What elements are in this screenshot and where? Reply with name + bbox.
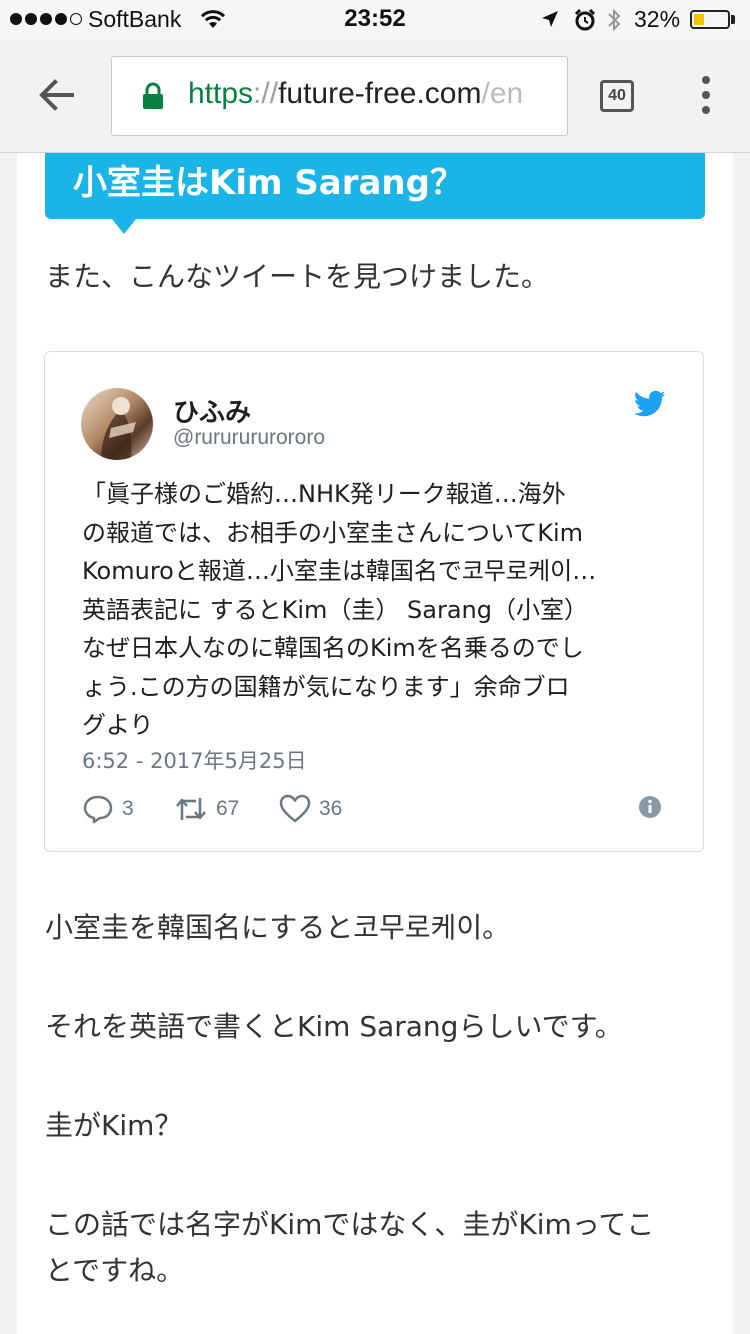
reply-button[interactable]: 3 <box>82 794 134 824</box>
url-scheme: https <box>188 77 254 110</box>
section-heading-text: 小室圭はKim Sarang？ <box>73 163 464 203</box>
reply-icon <box>83 795 113 824</box>
article-body: 小室圭はKim Sarang？ また、こんなツイートを見つけました。 ひふみ @… <box>17 153 733 1334</box>
section-heading-pointer <box>112 219 136 234</box>
tweet-text-line: グより <box>82 711 154 739</box>
battery-icon <box>690 10 730 29</box>
bluetooth-icon <box>608 8 621 32</box>
url-path: /en <box>481 77 524 110</box>
page-content[interactable]: 小室圭はKim Sarang？ また、こんなツイートを見つけました。 ひふみ @… <box>0 153 750 1334</box>
intro-paragraph: また、こんなツイートを見つけました。 <box>45 260 550 293</box>
tweet-author-name[interactable]: ひふみ <box>173 392 251 429</box>
body-paragraph-line: とですね。 <box>45 1254 185 1287</box>
tweet-timestamp[interactable]: 6:52 - 2017年5月25日 <box>82 745 307 775</box>
browser-toolbar: https://future-free.com/en 40 <box>0 40 750 153</box>
back-arrow-icon[interactable] <box>38 78 74 112</box>
tweet-text-line: Komuroと報道…小室圭は韓国名で코무로케이… <box>82 557 597 585</box>
like-button[interactable]: 36 <box>279 794 342 824</box>
tweet-author-handle[interactable]: @rururururororo <box>173 426 325 450</box>
like-count: 36 <box>319 797 343 820</box>
info-icon[interactable] <box>637 794 663 820</box>
tweet-text: 「眞子様のご婚約…NHK発リーク報道…海外 の報道では、お相手の小室圭さんについ… <box>82 475 672 745</box>
section-heading: 小室圭はKim Sarang？ <box>45 153 705 219</box>
location-arrow-icon <box>542 11 558 27</box>
url-text: https://future-free.com/en <box>188 77 523 111</box>
address-bar[interactable]: https://future-free.com/en <box>111 56 568 136</box>
body-paragraph: 圭がKim？ <box>45 1109 183 1142</box>
retweet-count: 67 <box>216 797 240 820</box>
body-paragraph: それを英語で書くとKim Sarangらしいです。 <box>45 1010 623 1043</box>
heart-icon <box>279 794 311 823</box>
status-bar: SoftBank 23:52 32% <box>0 0 750 40</box>
url-separator: :// <box>253 77 279 110</box>
tweet-actions: 3 67 36 <box>82 794 672 830</box>
tweet-text-line: 「眞子様のご婚約…NHK発リーク報道…海外 <box>82 480 566 508</box>
tweet-text-line: の報道では、お相手の小室圭さんについてKim <box>82 518 584 547</box>
battery-tip <box>731 15 735 24</box>
overflow-menu-icon[interactable] <box>699 76 713 116</box>
tab-switcher-button[interactable]: 40 <box>600 80 634 112</box>
body-paragraph: 小室圭を韓国名にすると코무로케이。 <box>45 911 511 944</box>
battery-percentage: 32% <box>634 6 681 32</box>
body-paragraph-line: この話では名字がKimではなく、圭がKimってこ <box>45 1208 655 1241</box>
avatar[interactable] <box>81 388 153 460</box>
retweet-button[interactable]: 67 <box>174 794 239 824</box>
reply-count: 3 <box>122 797 134 820</box>
url-host: future-free.com <box>278 77 482 110</box>
tweet-text-line: なぜ日本人なのに韓国名のKimを名乗るのでし <box>82 634 584 662</box>
tweet-text-line: 英語表記に するとKim（圭） Sarang（小室） <box>82 595 589 624</box>
twitter-bird-icon[interactable] <box>634 390 666 418</box>
lock-icon <box>143 82 163 109</box>
alarm-clock-icon <box>574 8 596 31</box>
battery-level-fill <box>694 14 704 25</box>
tweet-text-line: ょう.この方の国籍が気になります」余命ブロ <box>82 672 570 701</box>
retweet-icon <box>176 798 206 820</box>
embedded-tweet[interactable]: ひふみ @rururururororo 「眞子様のご婚約…NHK発リーク報道…海… <box>44 351 704 852</box>
